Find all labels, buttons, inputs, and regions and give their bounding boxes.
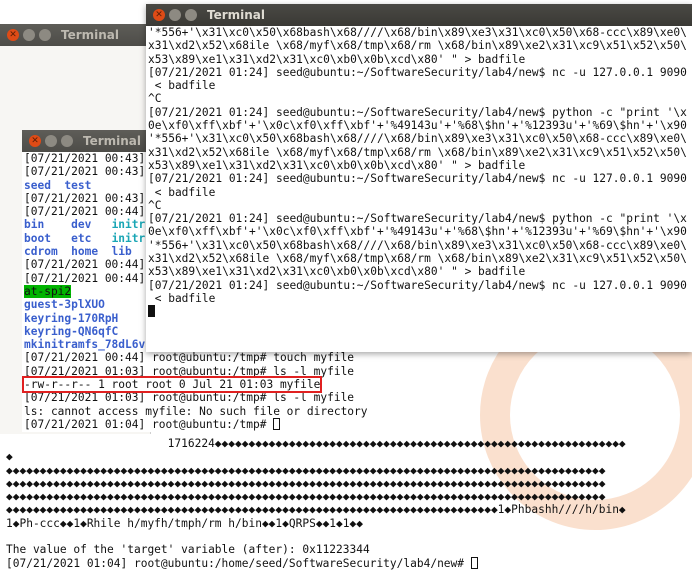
maximize-icon[interactable] <box>61 135 73 147</box>
terminal-line: [07/21/2021 00:44] root@ubuntu:/tmp# tou… <box>24 351 378 364</box>
close-icon[interactable]: ✕ <box>7 29 19 41</box>
terminal-text: [07/21/2021 00:43] <box>24 152 146 165</box>
terminal-text: ◆◆◆◆◆◆◆◆◆◆◆◆◆◆◆◆◆◆◆◆◆◆◆◆◆◆◆◆◆◆◆◆◆◆◆◆◆◆◆◆… <box>6 490 606 504</box>
terminal-line: < badfile <box>148 185 216 199</box>
terminal-text: -rw-r--r-- 1 root root 0 Jul 21 01:03 my… <box>21 376 323 394</box>
terminal-line: [07/21/2021 01:24] seed@ubuntu:~/Softwar… <box>148 65 687 79</box>
terminal-line: '*556+'\x31\xc0\x50\x68bash\x68////\x68/… <box>148 238 687 252</box>
terminal-line: The value of the 'target' variable (afte… <box>6 543 692 556</box>
terminal-text: initr <box>111 231 146 245</box>
terminal-line: '*556+'\x31\xc0\x50\x68bash\x68////\x68/… <box>148 26 687 39</box>
terminal-line: [07/21/2021 01:24] seed@ubuntu:~/Softwar… <box>148 105 687 119</box>
terminal-line: ls: cannot access myfile: No such file o… <box>24 405 378 418</box>
terminal-line: ^C <box>148 198 162 212</box>
terminal-line: [07/21/2021 01:04] root@ubuntu:/home/see… <box>6 556 692 570</box>
terminal-text: keyring-170RpH <box>24 311 119 325</box>
terminal-text: cdrom home lib <box>24 245 132 259</box>
minimize-icon[interactable] <box>169 9 181 21</box>
front-terminal-window[interactable]: ✕ Terminal '*556+'\x31\xc0\x50\x68bash\x… <box>146 4 692 352</box>
terminal-line: x31\xd2\x52\x68ile \x68/myf\x68/tmp\x68/… <box>148 39 687 53</box>
terminal-line: ◆◆◆◆◆◆◆◆◆◆◆◆◆◆◆◆◆◆◆◆◆◆◆◆◆◆◆◆◆◆◆◆◆◆◆◆◆◆◆◆… <box>6 503 692 516</box>
terminal-text: [07/21/2021 00:44] <box>24 271 146 285</box>
terminal-text: [07/21/2021 00:43] <box>24 191 146 205</box>
terminal-line: -rw-r--r-- 1 root root 0 Jul 21 01:03 my… <box>21 376 378 394</box>
terminal-text: initr <box>111 218 146 232</box>
terminal-line: ◆◆◆◆◆◆◆◆◆◆◆◆◆◆◆◆◆◆◆◆◆◆◆◆◆◆◆◆◆◆◆◆◆◆◆◆◆◆◆◆… <box>6 477 692 490</box>
maximize-icon[interactable] <box>185 9 197 21</box>
terminal-line: x31\xd2\x52\x68ile \x68/myf\x68/tmp\x68/… <box>148 252 687 266</box>
terminal-text: mkinitramfs_78dL6v <box>24 338 146 352</box>
terminal-text: keyring-QN6qfC <box>24 324 119 338</box>
terminal-line: x31\xd2\x52\x68ile \x68/myf\x68/tmp\x68/… <box>148 145 687 159</box>
terminal-line <box>6 530 692 543</box>
close-icon[interactable]: ✕ <box>29 135 41 147</box>
terminal-line: [07/21/2021 01:03] root@ubuntu:/tmp# ls … <box>24 365 378 378</box>
front-terminal-output: '*556+'\x31\xc0\x50\x68bash\x68////\x68/… <box>148 26 692 319</box>
window-title: Terminal <box>83 134 142 148</box>
terminal-text: bin dev <box>24 218 112 232</box>
terminal-line: '*556+'\x31\xc0\x50\x68bash\x68////\x68/… <box>148 132 687 146</box>
terminal-line: [07/21/2021 01:04] root@ubuntu:/tmp# <box>24 417 378 431</box>
terminal-line: x53\x89\xe1\x31\xd2\x31\xc0\xb0\x0b\xcd\… <box>148 158 526 172</box>
terminal-cursor <box>470 556 478 569</box>
terminal-text: [07/21/2021 00:43] <box>24 165 146 179</box>
terminal-text: ◆◆◆◆◆◆◆◆◆◆◆◆◆◆◆◆◆◆◆◆◆◆◆◆◆◆◆◆◆◆◆◆◆◆◆◆◆◆◆◆… <box>6 463 606 477</box>
maximize-icon[interactable] <box>39 29 51 41</box>
terminal-line: ^C <box>148 92 162 106</box>
terminal-line: < badfile <box>148 291 216 305</box>
terminal-text: ◆ <box>6 450 13 464</box>
close-icon[interactable]: ✕ <box>153 9 165 21</box>
middle-terminal-titlebar[interactable]: ✕ Terminal <box>0 24 150 46</box>
terminal-text: [07/21/2021 00:44] <box>24 205 146 219</box>
terminal-line: ◆◆◆◆◆◆◆◆◆◆◆◆◆◆◆◆◆◆◆◆◆◆◆◆◆◆◆◆◆◆◆◆◆◆◆◆◆◆◆◆… <box>6 464 692 477</box>
terminal-text: [07/21/2021 01:03] root@ubuntu:/tmp# ls … <box>24 364 355 378</box>
terminal-text: The value of the 'target' variable (afte… <box>6 543 370 557</box>
terminal-line: x53\x89\xe1\x31\xd2\x31\xc0\xb0\x0b\xcd\… <box>148 265 526 279</box>
terminal-line: 1◆Ph-ccc◆◆1◆Rhile h/myfh/tmph/rm h/bin◆◆… <box>6 517 692 530</box>
terminal-text: ◆◆◆◆◆◆◆◆◆◆◆◆◆◆◆◆◆◆◆◆◆◆◆◆◆◆◆◆◆◆◆◆◆◆◆◆◆◆◆◆… <box>6 503 626 517</box>
terminal-line: [07/21/2021 01:24] seed@ubuntu:~/Softwar… <box>148 212 687 226</box>
terminal-line: [07/21/2021 01:24] seed@ubuntu:~/Softwar… <box>148 278 687 292</box>
terminal-text: ◆◆◆◆◆◆◆◆◆◆◆◆◆◆◆◆◆◆◆◆◆◆◆◆◆◆◆◆◆◆◆◆◆◆◆◆◆◆◆◆… <box>6 476 606 490</box>
terminal-line: < badfile <box>148 79 216 93</box>
window-title: Terminal <box>61 28 120 42</box>
terminal-text: [07/21/2021 00:44] <box>24 258 146 272</box>
terminal-text: 1◆Ph-ccc◆◆1◆Rhile h/myfh/tmph/rm h/bin◆◆… <box>6 516 363 530</box>
terminal-cursor <box>273 417 281 430</box>
window-title: Terminal <box>207 8 266 22</box>
front-terminal-titlebar[interactable]: ✕ Terminal <box>146 4 692 26</box>
terminal-text: at-spi2 <box>24 284 72 298</box>
terminal-text: ls: cannot access myfile: No such file o… <box>24 404 368 418</box>
terminal-line: [07/21/2021 01:24] seed@ubuntu:~/Softwar… <box>148 172 687 186</box>
minimize-icon[interactable] <box>23 29 35 41</box>
terminal-text: [07/21/2021 01:04] root@ubuntu:/tmp# <box>24 417 274 431</box>
terminal-text: [07/21/2021 01:03] root@ubuntu:/tmp# ls … <box>24 391 355 405</box>
terminal-line: ◆ <box>6 450 692 463</box>
terminal-line: 1716224◆◆◆◆◆◆◆◆◆◆◆◆◆◆◆◆◆◆◆◆◆◆◆◆◆◆◆◆◆◆◆◆◆… <box>6 437 692 450</box>
terminal-text: seed test <box>24 178 92 192</box>
back-terminal-output: 1716224◆◆◆◆◆◆◆◆◆◆◆◆◆◆◆◆◆◆◆◆◆◆◆◆◆◆◆◆◆◆◆◆◆… <box>6 437 692 570</box>
terminal-line: 0e\xf0\xff\xbf'+'\x0c\xf0\xff\xbf'+'%491… <box>148 225 687 239</box>
terminal-text: [07/21/2021 01:04] root@ubuntu:/home/see… <box>6 556 471 570</box>
terminal-line: [07/21/2021 01:03] root@ubuntu:/tmp# ls … <box>24 391 378 404</box>
terminal-cursor <box>148 305 692 318</box>
minimize-icon[interactable] <box>45 135 57 147</box>
terminal-line: ◆◆◆◆◆◆◆◆◆◆◆◆◆◆◆◆◆◆◆◆◆◆◆◆◆◆◆◆◆◆◆◆◆◆◆◆◆◆◆◆… <box>6 490 692 503</box>
terminal-text: guest-3plXUO <box>24 298 105 312</box>
terminal-line: 0e\xf0\xff\xbf'+'\x0c\xf0\xff\xbf'+'%491… <box>148 119 687 133</box>
terminal-text: 1716224◆◆◆◆◆◆◆◆◆◆◆◆◆◆◆◆◆◆◆◆◆◆◆◆◆◆◆◆◆◆◆◆◆… <box>6 437 626 450</box>
terminal-line: x53\x89\xe1\x31\xd2\x31\xc0\xb0\x0b\xcd\… <box>148 52 526 66</box>
terminal-text: [07/21/2021 00:44] root@ubuntu:/tmp# tou… <box>24 351 355 365</box>
terminal-text: boot etc <box>24 231 112 245</box>
